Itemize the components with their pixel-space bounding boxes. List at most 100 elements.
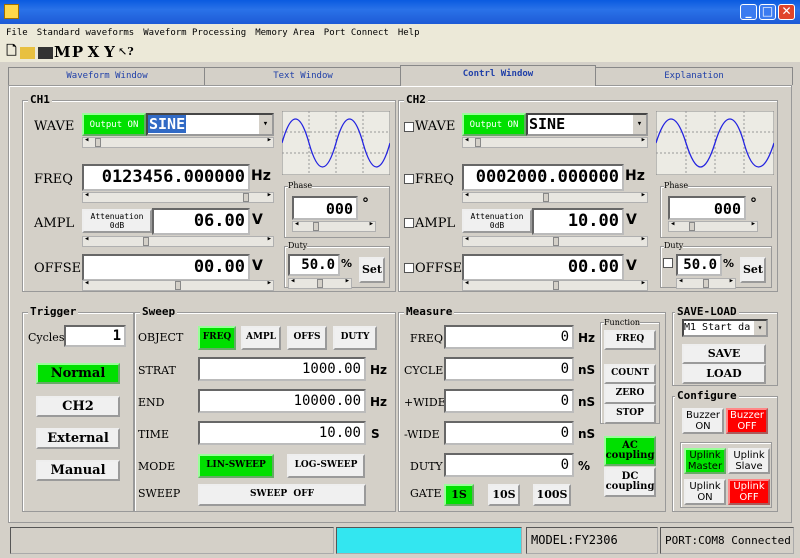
ch2-duty-scrollbar[interactable] <box>676 276 736 289</box>
uplink-slave-button[interactable]: Uplink Slave <box>728 448 770 474</box>
ch2-set-button[interactable]: Set <box>740 257 766 283</box>
measure-pwide-value: 0 <box>444 389 574 413</box>
function-stop-button[interactable]: STOP <box>604 404 656 424</box>
ch1-set-button[interactable]: Set <box>359 257 385 283</box>
ch2-wave-select[interactable]: SINE ▾ <box>526 113 648 136</box>
ch1-freq-scrollbar[interactable] <box>82 190 274 203</box>
uplink-off-button[interactable]: Uplink OFF <box>728 479 770 505</box>
menu-waveform-processing[interactable]: Waveform Processing <box>143 28 246 38</box>
toolbar-y[interactable]: Y <box>102 44 117 60</box>
trigger-cycles-input[interactable]: 1 <box>64 325 126 347</box>
sweep-toggle-button[interactable]: SWEEP OFF <box>198 484 366 506</box>
ch1-offse-scrollbar[interactable] <box>82 278 274 291</box>
menu-help[interactable]: Help <box>398 28 420 38</box>
buzzer-off-button[interactable]: Buzzer OFF <box>726 408 768 434</box>
sweep-object-freq-button[interactable]: FREQ <box>198 326 236 350</box>
sweep-strat-input[interactable]: 1000.00 <box>198 357 366 381</box>
ch2-phase-scrollbar[interactable] <box>668 219 758 232</box>
tab-waveform-window[interactable]: Waveform Window <box>8 67 206 85</box>
sweep-object-duty-button[interactable]: DUTY <box>333 326 377 350</box>
ch1-phase-scrollbar[interactable] <box>292 219 376 232</box>
toolbar-x[interactable]: X <box>86 44 101 60</box>
help-cursor-icon[interactable]: ↖? <box>118 44 134 60</box>
trigger-external-button[interactable]: External <box>36 428 120 449</box>
ch2-freq-input[interactable]: 0002000.000000 <box>462 164 624 191</box>
ch1-duty-scrollbar[interactable] <box>288 276 352 289</box>
trigger-manual-button[interactable]: Manual <box>36 460 120 481</box>
ch2-phase-input[interactable]: 000 <box>668 196 746 220</box>
trigger-normal-button[interactable]: Normal <box>36 363 120 384</box>
ch2-ampl-input[interactable]: 10.00 <box>532 208 624 235</box>
sweep-object-ampl-button[interactable]: AMPL <box>241 326 281 350</box>
sweep-time-input[interactable]: 10.00 <box>198 421 366 445</box>
ch2-offse-scrollbar[interactable] <box>462 278 648 291</box>
ac-coupling-button[interactable]: AC coupling <box>604 436 656 466</box>
chevron-down-icon[interactable]: ▾ <box>259 115 272 134</box>
ch1-phase-label: Phase <box>288 181 313 190</box>
ch2-wave-scrollbar[interactable] <box>462 135 648 148</box>
ch2-output-button[interactable]: Output ON <box>462 113 526 136</box>
ch2-attenuation-button[interactable]: Attenuation 0dB <box>462 209 532 233</box>
uplink-on-button[interactable]: Uplink ON <box>684 479 726 505</box>
uplink-master-button[interactable]: Uplink Master <box>684 448 726 474</box>
close-button[interactable]: ✕ <box>778 4 795 20</box>
maximize-button[interactable]: □ <box>759 4 776 20</box>
function-zero-button[interactable]: ZERO <box>604 384 656 404</box>
ch1-duty-input[interactable]: 50.0 <box>288 254 340 276</box>
minimize-button[interactable]: _ <box>740 4 757 20</box>
ch1-phase-input[interactable]: 000 <box>292 196 358 220</box>
save-icon[interactable] <box>38 47 53 59</box>
ch1-output-button[interactable]: Output ON <box>82 113 146 136</box>
ch2-ampl-checkbox[interactable] <box>404 218 414 228</box>
save-button[interactable]: SAVE <box>682 344 766 364</box>
ch2-offse-checkbox[interactable] <box>404 263 414 273</box>
tab-contrl-window[interactable]: Contrl Window <box>400 65 596 86</box>
new-file-icon[interactable]: 🗋 <box>4 44 19 60</box>
toolbar-p[interactable]: P <box>70 44 85 60</box>
ch1-ampl-scrollbar[interactable] <box>82 234 274 247</box>
chevron-down-icon[interactable]: ▾ <box>754 321 766 335</box>
sweep-object-offs-button[interactable]: OFFS <box>287 326 327 350</box>
gate-1s-button[interactable]: 1S <box>444 484 474 506</box>
sweep-lin-button[interactable]: LIN-SWEEP <box>198 454 274 478</box>
menu-memory-area[interactable]: Memory Area <box>255 28 315 38</box>
ch2-offse-input[interactable]: 00.00 <box>462 254 624 281</box>
menu-file[interactable]: File <box>6 28 28 38</box>
ch2-freq-scrollbar[interactable] <box>462 190 648 203</box>
ch2-duty-label: Duty <box>664 241 684 250</box>
ch2-wave-checkbox[interactable] <box>404 122 414 132</box>
trigger-ch2-button[interactable]: CH2 <box>36 396 120 417</box>
ch2-freq-checkbox[interactable] <box>404 174 414 184</box>
load-button[interactable]: LOAD <box>682 364 766 384</box>
sweep-time-unit: S <box>371 427 380 441</box>
ch1-wave-select[interactable]: SINE ▾ <box>146 113 274 136</box>
menu-port-connect[interactable]: Port Connect <box>324 28 389 38</box>
ch1-attenuation-value: 0dB <box>109 221 125 230</box>
function-freq-button[interactable]: FREQ <box>604 330 656 350</box>
sweep-log-button[interactable]: LOG-SWEEP <box>287 454 365 478</box>
status-port: PORT:COM8 Connected <box>660 527 794 554</box>
gate-100s-button[interactable]: 100S <box>533 484 571 506</box>
ch1-freq-input[interactable]: 0123456.000000 <box>82 164 250 191</box>
tab-text-window[interactable]: Text Window <box>204 67 402 85</box>
ch1-ampl-input[interactable]: 06.00 <box>152 208 250 235</box>
chevron-down-icon[interactable]: ▾ <box>633 115 646 134</box>
menu-standard-waveforms[interactable]: Standard waveforms <box>37 28 135 38</box>
saveload-select[interactable]: M1 Start da ▾ <box>682 319 768 337</box>
trigger-cycles-label: Cycles <box>28 331 65 344</box>
gate-10s-button[interactable]: 10S <box>488 484 520 506</box>
ch1-attenuation-button[interactable]: Attenuation 0dB <box>82 209 152 233</box>
dc-coupling-button[interactable]: DC coupling <box>604 467 656 497</box>
sweep-end-input[interactable]: 10000.00 <box>198 389 366 413</box>
buzzer-on-button[interactable]: Buzzer ON <box>682 408 724 434</box>
ch2-duty-checkbox[interactable] <box>663 258 673 268</box>
function-count-button[interactable]: COUNT <box>604 364 656 384</box>
tab-explanation[interactable]: Explanation <box>595 67 793 85</box>
ch1-offse-input[interactable]: 00.00 <box>82 254 250 281</box>
ch2-duty-input[interactable]: 50.0 <box>676 254 722 276</box>
ch2-ampl-scrollbar[interactable] <box>462 234 648 247</box>
ch1-wave-scrollbar[interactable] <box>82 135 274 148</box>
open-folder-icon[interactable] <box>20 47 35 59</box>
toolbar-m[interactable]: M <box>54 44 71 60</box>
measure-freq-label: FREQ <box>410 332 443 345</box>
